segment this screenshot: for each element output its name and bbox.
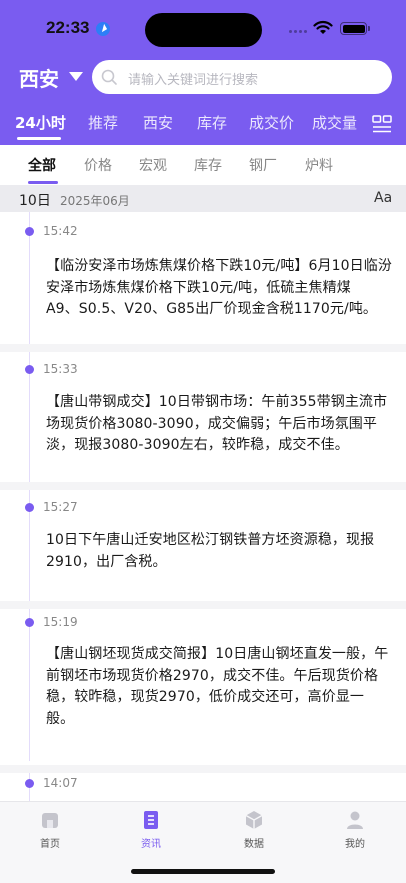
home-indicator[interactable]: [131, 869, 275, 874]
location-arrow-icon: [96, 22, 110, 36]
news-line: 【唐山带钢成交】10日带钢市场：午前355带钢主流市: [46, 394, 388, 410]
timeline-dot: [25, 779, 34, 788]
search-placeholder: 请输入关键词进行搜索: [128, 73, 259, 88]
subtab-furnace-material[interactable]: 炉料: [305, 155, 333, 175]
battery-icon: [340, 22, 370, 35]
news-line: 10日下午唐山迁安地区松汀钢铁普方坯资源稳，现报: [46, 532, 375, 548]
category-subtabs: 全部 价格 宏观 库存 钢厂 炉料: [0, 145, 406, 185]
subtab-price[interactable]: 价格: [84, 155, 112, 175]
date-bar: 10日 2025年06月 Aa: [0, 185, 406, 212]
news-line: A9、S0.5、V20、G85出厂价现金含税1170元/吨。: [46, 301, 378, 317]
wifi-icon: [313, 20, 333, 34]
nav-label: 我的: [345, 839, 365, 850]
timeline-dot: [25, 618, 34, 627]
news-text[interactable]: 10日下午唐山迁安地区松汀钢铁普方坯资源稳，现报 2910，出厂含税。: [46, 530, 392, 573]
nav-news[interactable]: 资讯: [121, 810, 181, 850]
item-separator: [0, 765, 406, 773]
news-time: 15:19: [43, 615, 78, 629]
date-year-month: 2025年06月: [60, 194, 130, 208]
news-text[interactable]: 【唐山钢坯现货成交简报】10日唐山钢坯直发一般，午 前钢坯市场现货价格2970，…: [46, 644, 392, 730]
nav-label: 数据: [244, 839, 264, 850]
tab-24h[interactable]: 24小时: [15, 112, 66, 133]
news-icon: [144, 811, 158, 829]
tab-recommend[interactable]: 推荐: [88, 112, 118, 133]
news-line: 【临汾安泽市场炼焦煤价格下跌10元/吨】6月10日临汾: [46, 258, 392, 274]
news-text[interactable]: 【唐山带钢成交】10日带钢市场：午前355带钢主流市 场现货价格3080-309…: [46, 392, 392, 457]
subtab-all[interactable]: 全部: [28, 155, 56, 175]
news-time: 15:33: [43, 362, 78, 376]
data-cube-icon: [245, 811, 263, 829]
news-line: 淡，现报3080-3090左右，较昨稳，成交不佳。: [46, 437, 349, 453]
news-line: 稳，较昨稳，现货2970，低价成交还可，高价显一: [46, 689, 365, 705]
timeline-dot: [25, 365, 34, 374]
dynamic-island: [145, 13, 262, 47]
nav-label: 资讯: [141, 839, 161, 850]
nav-home[interactable]: 首页: [20, 810, 80, 850]
news-time: 15:27: [43, 500, 78, 514]
subtab-inventory[interactable]: 库存: [194, 155, 222, 175]
top-tabs: 24小时 推荐 西安 库存 成交价 成交量: [0, 108, 406, 140]
item-separator: [0, 482, 406, 490]
search-icon: [101, 69, 117, 85]
news-feed: 15:42 【临汾安泽市场炼焦煤价格下跌10元/吨】6月10日临汾 安泽市场炼焦…: [0, 212, 406, 801]
subtab-macro[interactable]: 宏观: [139, 155, 167, 175]
tab-inventory[interactable]: 库存: [197, 112, 227, 133]
tab-deal-volume[interactable]: 成交量: [312, 112, 357, 133]
search-input[interactable]: 请输入关键词进行搜索: [92, 60, 392, 94]
news-line: 场现货价格3080-3090，成交偏弱；午后市场氛围平: [46, 415, 378, 432]
news-text[interactable]: 【临汾安泽市场炼焦煤价格下跌10元/吨】6月10日临汾 安泽市场炼焦煤价格下跌1…: [46, 256, 392, 321]
timeline-line: [29, 609, 30, 761]
timeline-dot: [25, 503, 34, 512]
news-time: 15:42: [43, 224, 78, 238]
item-separator: [0, 344, 406, 352]
news-line: 2910，出厂含税。: [46, 553, 167, 570]
news-line: 【唐山钢坯现货成交简报】10日唐山钢坯直发一般，午: [46, 646, 389, 662]
news-line: 前钢坯市场现货价格2970，成交不佳。午后现货价格: [46, 667, 379, 684]
active-tab-indicator: [17, 137, 61, 140]
status-time: 22:33: [46, 18, 90, 37]
timeline-dot: [25, 227, 34, 236]
subtab-steel-mill[interactable]: 钢厂: [249, 155, 277, 175]
signal-dots-icon: [289, 30, 307, 34]
profile-icon: [347, 811, 363, 829]
tab-deal-price[interactable]: 成交价: [249, 112, 294, 133]
nav-data[interactable]: 数据: [224, 810, 284, 850]
active-subtab-indicator: [28, 181, 58, 184]
app-header: 22:33 西安 请输入关键词进行搜索 24小时 推荐 西安 库存 成交价 成交…: [0, 0, 406, 145]
status-bar: 22:33: [0, 0, 406, 58]
news-line: 安泽市场炼焦煤价格下跌10元/吨，低硫主焦精煤: [46, 279, 351, 296]
news-line: 般。: [46, 710, 75, 727]
news-time: 14:07: [43, 776, 78, 790]
city-selector[interactable]: 西安: [19, 63, 59, 92]
tab-xian[interactable]: 西安: [143, 112, 173, 133]
grid-menu-icon[interactable]: [372, 114, 392, 134]
home-icon: [42, 813, 58, 828]
nav-profile[interactable]: 我的: [325, 810, 385, 850]
nav-label: 首页: [40, 839, 60, 850]
chevron-down-icon[interactable]: [69, 72, 83, 81]
font-size-toggle[interactable]: Aa: [374, 190, 392, 206]
date-day: 10日: [19, 193, 51, 209]
item-separator: [0, 601, 406, 609]
